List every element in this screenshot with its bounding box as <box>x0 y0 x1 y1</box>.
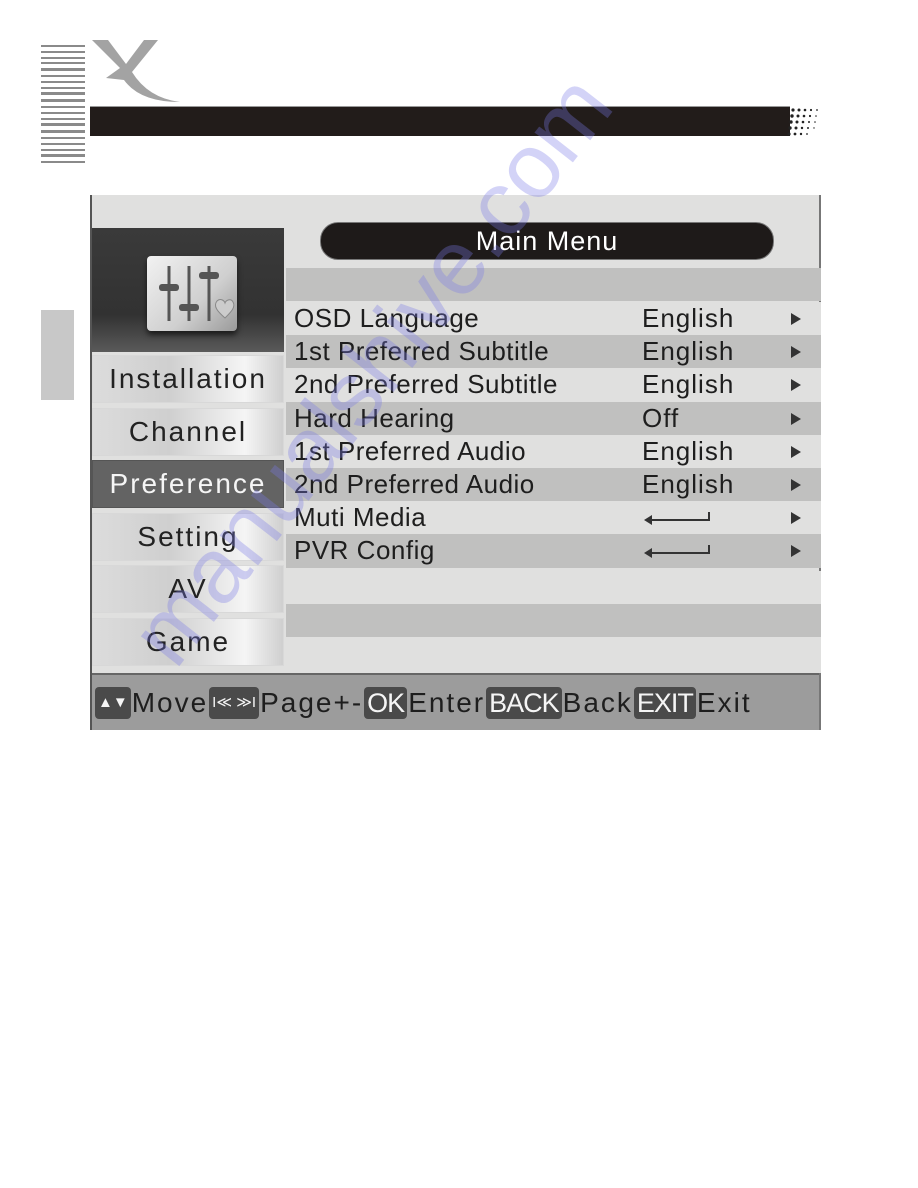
setting-row-1st-preferred-audio[interactable]: 1st Preferred Audio English <box>286 434 821 468</box>
setting-row-2nd-preferred-audio[interactable]: 2nd Preferred Audio English <box>286 467 821 502</box>
enter-arrow-icon <box>644 512 710 526</box>
back-hint: Back <box>562 686 633 718</box>
row-spacer <box>286 268 821 301</box>
enter-hint: Enter <box>408 686 486 718</box>
page-key[interactable]: I≪ ≫I <box>209 686 260 719</box>
menu-title: Main Menu <box>320 222 774 260</box>
brand-logo-icon <box>92 40 180 102</box>
arrow-right-icon[interactable] <box>791 512 801 525</box>
setting-label: PVR Config <box>294 535 435 566</box>
setting-row-osd-language[interactable]: OSD Language English <box>286 302 821 336</box>
setting-value: English <box>642 336 735 367</box>
arrow-right-icon[interactable] <box>791 545 801 558</box>
up-down-key[interactable]: ▲▼ <box>95 686 131 719</box>
category-sidebar: Installation Channel Preference Setting … <box>92 355 284 670</box>
setting-label: 1st Preferred Subtitle <box>294 336 550 367</box>
exit-key[interactable]: EXIT <box>633 686 696 719</box>
back-key[interactable]: BACK <box>486 686 562 719</box>
arrow-right-icon[interactable] <box>791 346 801 359</box>
sidebar-item-setting[interactable]: Setting <box>92 512 284 561</box>
category-icon-panel <box>92 228 284 352</box>
empty-row <box>286 637 821 673</box>
setting-row-hard-hearing[interactable]: Hard Hearing Off <box>286 401 821 435</box>
page-hint: Page+- <box>260 686 364 718</box>
setting-label: 2nd Preferred Subtitle <box>294 369 558 400</box>
arrow-right-icon[interactable] <box>791 313 801 325</box>
chapter-tab-marker <box>41 310 74 400</box>
setting-value: English <box>642 369 735 400</box>
decorative-stripes <box>41 45 85 164</box>
exit-hint: Exit <box>696 686 752 718</box>
setting-label: 1st Preferred Audio <box>294 435 527 466</box>
sidebar-item-preference[interactable]: Preference <box>92 460 284 508</box>
halftone-decoration-icon <box>787 108 818 136</box>
sidebar-item-game[interactable]: Game <box>92 617 284 666</box>
equalizer-heart-icon <box>147 256 237 331</box>
empty-row <box>286 571 821 604</box>
setting-row-2nd-preferred-subtitle[interactable]: 2nd Preferred Subtitle English <box>286 368 821 402</box>
sidebar-item-channel[interactable]: Channel <box>92 407 284 456</box>
setting-value: English <box>642 468 735 499</box>
key-hint-bar: ▲▼ Move I≪ ≫I Page+- OK Enter BACK Back … <box>92 673 819 730</box>
setting-label: Hard Hearing <box>294 402 455 433</box>
setting-row-pvr-config[interactable]: PVR Config <box>286 534 821 568</box>
setting-row-muti-media[interactable]: Muti Media <box>286 501 821 535</box>
osd-screen: Main Menu Installation Channel Preferenc… <box>90 195 821 730</box>
move-hint: Move <box>131 686 209 718</box>
empty-row <box>286 604 821 637</box>
setting-label: 2nd Preferred Audio <box>294 468 535 499</box>
arrow-right-icon[interactable] <box>791 445 801 458</box>
setting-label: OSD Language <box>294 303 480 333</box>
sidebar-item-installation[interactable]: Installation <box>92 355 284 403</box>
sidebar-item-av[interactable]: AV <box>92 565 284 613</box>
setting-row-1st-preferred-subtitle[interactable]: 1st Preferred Subtitle English <box>286 335 821 369</box>
setting-label: Muti Media <box>294 502 427 533</box>
setting-value: Off <box>642 402 680 433</box>
arrow-right-icon[interactable] <box>791 412 801 425</box>
setting-value: English <box>642 435 735 466</box>
page-header-bar <box>90 106 790 136</box>
arrow-right-icon[interactable] <box>791 379 801 392</box>
enter-arrow-icon <box>644 545 710 559</box>
ok-key[interactable]: OK <box>364 686 408 719</box>
setting-value: English <box>642 303 735 333</box>
arrow-right-icon[interactable] <box>791 478 801 491</box>
settings-list: OSD Language English 1st Preferred Subti… <box>286 302 821 568</box>
